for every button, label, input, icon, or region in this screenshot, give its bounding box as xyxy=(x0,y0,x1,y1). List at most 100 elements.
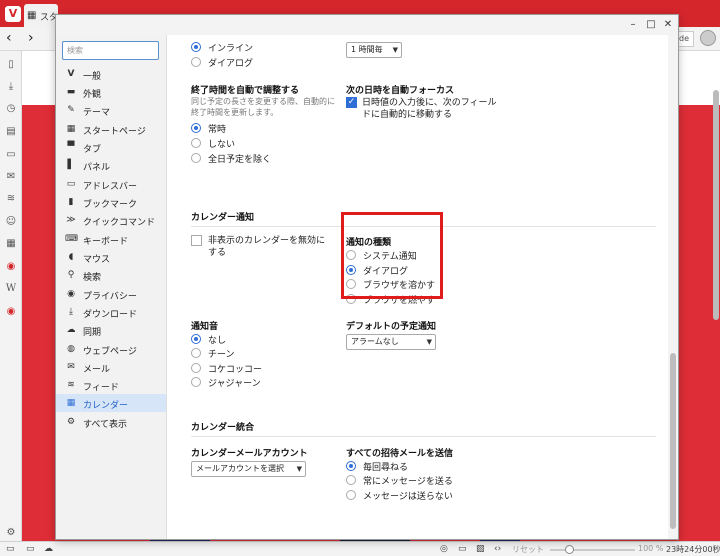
nav-item-tabs[interactable]: ▀ タブ xyxy=(56,138,166,156)
chevron-down-icon: ▼ xyxy=(392,46,398,54)
nav-item-keyboard[interactable]: ⌨ キーボード xyxy=(56,230,166,248)
radio-end-except-allday[interactable] xyxy=(191,153,201,163)
settings-gear-icon[interactable]: ⚙ xyxy=(5,527,17,539)
grid-icon: ▦ xyxy=(66,124,76,134)
settings-search-input[interactable] xyxy=(62,41,159,60)
radio-invite-always[interactable] xyxy=(346,475,356,485)
image-icon[interactable]: ▨ xyxy=(476,544,485,554)
maximize-icon[interactable]: □ xyxy=(644,18,658,32)
vivaldi-web-panel-icon-2[interactable]: ◉ xyxy=(5,306,17,318)
avatar[interactable] xyxy=(700,30,716,46)
select-value: アラームなし xyxy=(351,337,399,346)
radio-sound-kokekokko[interactable] xyxy=(191,363,201,373)
feed-panel-icon[interactable]: ≋ xyxy=(5,193,17,205)
radio-sound-none[interactable] xyxy=(191,334,201,344)
page-actions-icon[interactable]: ‹› xyxy=(494,544,501,554)
panel-toggle-icon[interactable]: ▭ xyxy=(6,544,15,554)
interval-select[interactable]: 1 時間毎 ▼ xyxy=(346,42,402,58)
nav-item-feeds[interactable]: ≋ フィード xyxy=(56,376,166,394)
next-focus-checkbox[interactable]: ✓ xyxy=(346,97,357,108)
vivaldi-web-panel-icon[interactable]: ◉ xyxy=(5,261,17,273)
end-time-title: 終了時間を自動で調整する xyxy=(191,86,300,96)
contacts-panel-icon[interactable]: ☺ xyxy=(5,216,17,228)
sync-cloud-icon[interactable]: ☁ xyxy=(44,544,53,554)
end-time-description: 同じ予定の長さを変更する際、自動的に終了時間を更新します。 xyxy=(191,97,335,117)
download-panel-icon[interactable]: ⤓ xyxy=(5,81,17,93)
next-focus-title: 次の日時を自動フォーカス xyxy=(346,86,455,96)
default-notification-title: デフォルトの予定通知 xyxy=(346,322,437,332)
minimize-icon[interactable]: – xyxy=(626,18,640,32)
back-icon[interactable]: ‹ xyxy=(6,30,12,46)
option-label: ダイアログ xyxy=(208,59,254,69)
default-notification-select[interactable]: アラームなし ▼ xyxy=(346,334,436,350)
nav-item-privacy[interactable]: ◉ プライバシー xyxy=(56,285,166,303)
scrollbar-thumb[interactable] xyxy=(670,353,676,529)
history-panel-icon[interactable]: ◷ xyxy=(5,103,17,115)
nav-item-appearance[interactable]: ▬ 外観 xyxy=(56,83,166,101)
window-icon[interactable]: ▭ xyxy=(26,544,35,554)
nav-item-quick-commands[interactable]: ≫ クイックコマンド xyxy=(56,211,166,229)
browser-tab[interactable]: ▦ スタ xyxy=(24,4,58,27)
nav-label: パネル xyxy=(83,163,111,173)
zoom-slider-handle[interactable] xyxy=(565,545,574,554)
option-label: 全日予定を除く xyxy=(208,155,272,165)
nav-item-search[interactable]: ⚲ 検索 xyxy=(56,266,166,284)
nav-item-mouse[interactable]: ◖ マウス xyxy=(56,248,166,266)
capture-icon[interactable]: ◎ xyxy=(440,544,448,554)
option-label: ジャジャーン xyxy=(208,379,261,389)
mail-account-select[interactable]: メールアカウントを選択 ▼ xyxy=(191,461,306,477)
radio-end-never[interactable] xyxy=(191,138,201,148)
search-icon: ⚲ xyxy=(67,270,75,280)
nav-item-calendar[interactable]: ▦ カレンダー xyxy=(56,394,166,412)
disable-hidden-checkbox[interactable] xyxy=(191,235,202,246)
nav-item-start-page[interactable]: ▦ スタートページ xyxy=(56,120,166,138)
vivaldi-icon: V xyxy=(67,69,75,79)
tab-icon: ▀ xyxy=(67,142,75,152)
nav-label: カレンダー xyxy=(83,401,129,411)
globe-icon: ◍ xyxy=(67,344,75,354)
address-bar-icon: ▭ xyxy=(66,179,76,189)
nav-item-general[interactable]: V 一般 xyxy=(56,65,166,83)
nav-item-downloads[interactable]: ⤓ ダウンロード xyxy=(56,303,166,321)
radio-sound-jajan[interactable] xyxy=(191,377,201,387)
nav-item-show-all[interactable]: ⚙ すべて表示 xyxy=(56,413,166,431)
page-scrollbar[interactable] xyxy=(713,90,719,320)
close-icon[interactable]: ✕ xyxy=(661,18,675,32)
radio-sound-chime[interactable] xyxy=(191,348,201,358)
mail-panel-icon[interactable]: ✉ xyxy=(5,171,17,183)
status-bar: ▭ ▭ ☁ ◎ ▭ ▨ ‹› リセット 100 % 23時24分00秒 xyxy=(0,541,720,556)
settings-window: – □ ✕ V 一般 ▬ 外観 ✎ テーマ ▦ スタートページ ▀ タブ ▌ パネル ▭ アド… xyxy=(55,14,679,540)
nav-item-bookmarks[interactable]: ▮ ブックマーク xyxy=(56,193,166,211)
nav-label: ダウンロード xyxy=(83,310,138,320)
notes-panel-icon[interactable]: ▤ xyxy=(5,126,17,138)
tiling-icon[interactable]: ▭ xyxy=(458,544,467,554)
settings-titlebar[interactable]: – □ ✕ xyxy=(56,15,678,35)
radio-inline[interactable] xyxy=(191,42,201,52)
zoom-reset-button[interactable]: リセット xyxy=(512,544,544,555)
select-value: メールアカウントを選択 xyxy=(196,464,284,473)
settings-scrollbar[interactable] xyxy=(668,35,678,539)
nav-item-mail[interactable]: ✉ メール xyxy=(56,358,166,376)
window-panel-icon[interactable]: ▭ xyxy=(5,149,17,161)
nav-item-sync[interactable]: ☁ 同期 xyxy=(56,321,166,339)
forward-icon[interactable]: › xyxy=(28,30,34,46)
radio-dialog-top[interactable] xyxy=(191,57,201,67)
radio-end-always[interactable] xyxy=(191,123,201,133)
bookmark-panel-icon[interactable]: ▯ xyxy=(5,59,17,71)
gear-icon: ⚙ xyxy=(66,417,76,427)
nav-item-theme[interactable]: ✎ テーマ xyxy=(56,101,166,119)
nav-item-address-bar[interactable]: ▭ アドレスバー xyxy=(56,175,166,193)
mail-account-title: カレンダーメールアカウント xyxy=(191,449,308,459)
radio-invite-never[interactable] xyxy=(346,490,356,500)
zoom-slider[interactable] xyxy=(550,549,635,551)
send-invites-title: すべての招待メールを送信 xyxy=(346,449,454,459)
nav-item-webpages[interactable]: ◍ ウェブページ xyxy=(56,340,166,358)
calendar-panel-icon[interactable]: ▦ xyxy=(5,238,17,250)
vivaldi-menu-button[interactable]: V xyxy=(5,6,21,22)
option-label: 常時 xyxy=(208,125,227,135)
nav-item-panels[interactable]: ▌ パネル xyxy=(56,156,166,174)
wikipedia-panel-icon[interactable]: W xyxy=(5,283,17,295)
panel-icon: ▌ xyxy=(67,160,75,170)
radio-invite-ask[interactable] xyxy=(346,461,356,471)
nav-label: プライバシー xyxy=(83,292,137,302)
